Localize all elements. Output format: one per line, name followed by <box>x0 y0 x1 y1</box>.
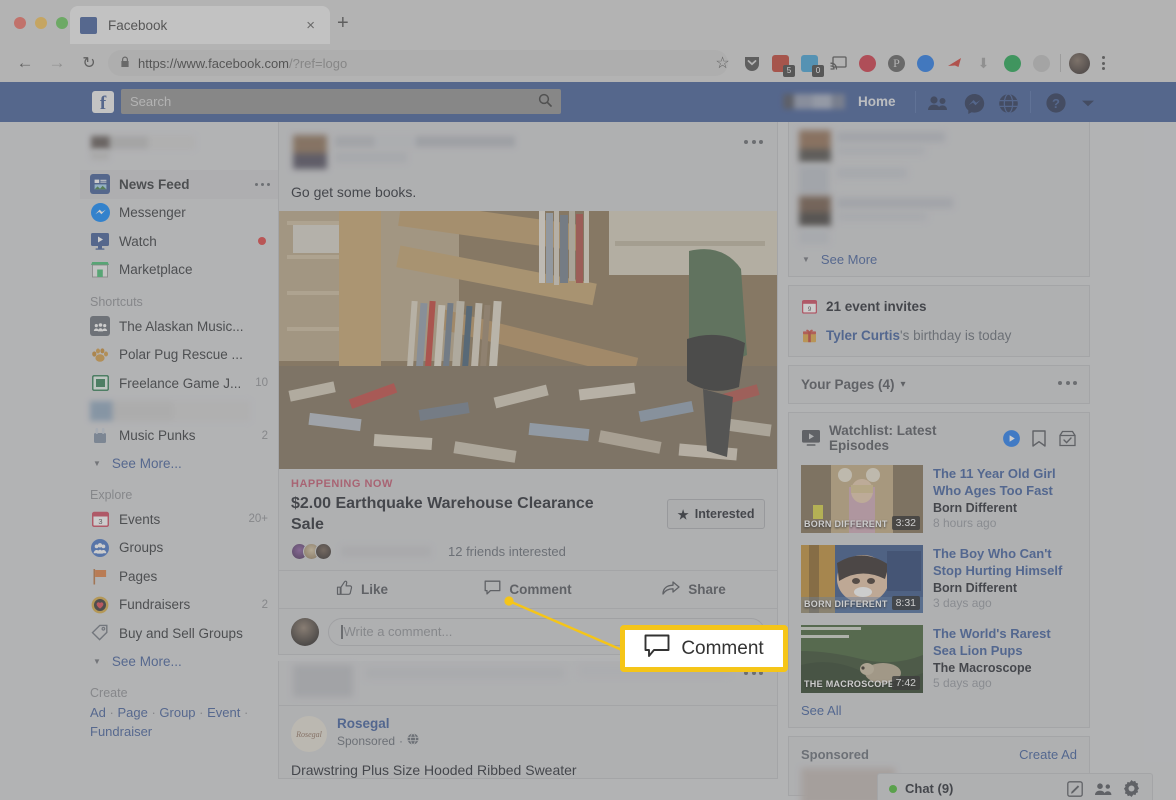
comment-bubble-icon <box>644 634 670 663</box>
callout-leader-line <box>504 596 623 652</box>
callout-label: Comment <box>681 637 764 659</box>
callout-comment: Comment <box>620 625 788 672</box>
annotation-layer: Comment <box>0 0 1176 800</box>
